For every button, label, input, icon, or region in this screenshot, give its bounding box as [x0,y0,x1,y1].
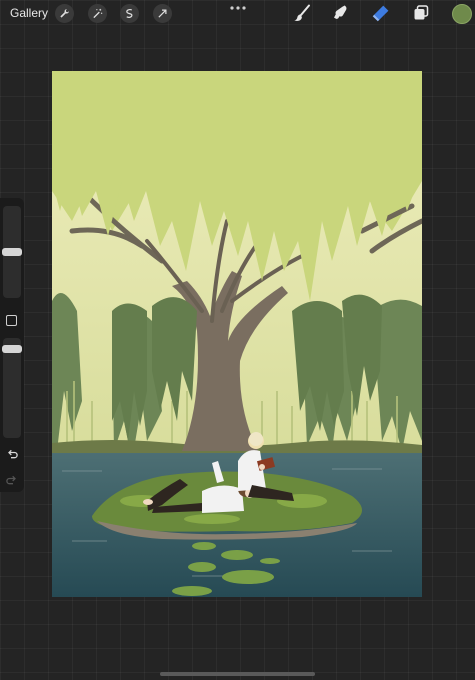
layers-icon[interactable] [411,3,431,23]
adjustments-magic-wand-icon[interactable] [88,4,107,23]
home-indicator [160,672,315,676]
opacity-slider[interactable] [3,338,21,438]
gallery-button[interactable]: Gallery [10,6,48,20]
willow-tree-artwork [52,71,422,597]
left-sidebar [0,198,24,492]
opacity-thumb[interactable] [2,345,22,353]
brush-icon[interactable] [292,3,312,23]
redo-icon[interactable] [6,474,18,486]
more-options-icon[interactable] [229,5,247,11]
smudge-icon[interactable] [331,3,351,23]
top-toolbar: Gallery [0,0,475,26]
color-picker-swatch[interactable] [452,4,472,24]
actions-wrench-icon[interactable] [55,4,74,23]
modify-button-icon[interactable] [6,315,17,326]
drawing-canvas[interactable] [52,71,422,597]
brush-size-thumb[interactable] [2,248,22,256]
undo-icon[interactable] [6,448,18,460]
selection-icon[interactable] [120,4,139,23]
transform-arrow-icon[interactable] [153,4,172,23]
eraser-icon[interactable] [371,3,391,23]
